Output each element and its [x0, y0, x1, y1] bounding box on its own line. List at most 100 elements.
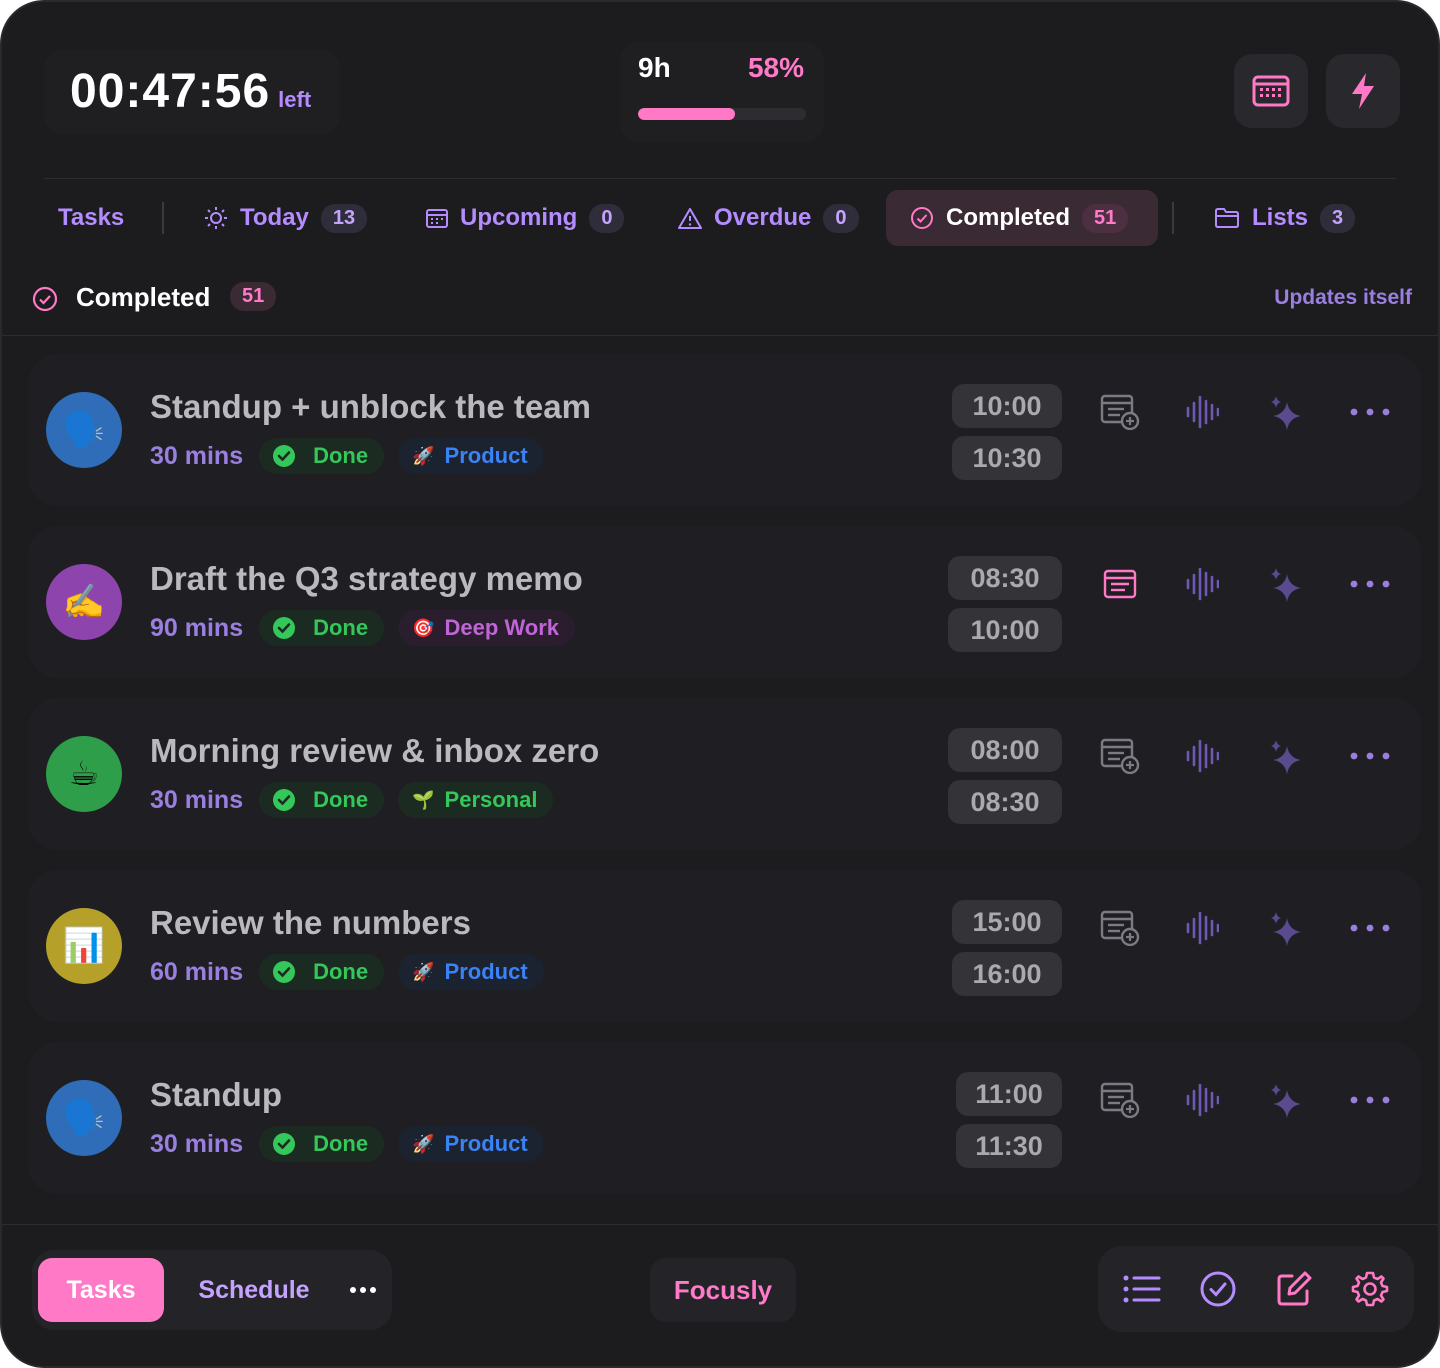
tab-label: Tasks: [58, 204, 125, 231]
category-tag[interactable]: 🚀 Product: [398, 954, 544, 990]
progress-percent: 58%: [747, 52, 804, 83]
quick-action-button[interactable]: [1326, 54, 1400, 128]
end-time[interactable]: 10:30: [952, 436, 1062, 480]
more-options-button[interactable]: [1346, 388, 1394, 436]
start-time[interactable]: 08:00: [948, 728, 1062, 772]
start-time[interactable]: 11:00: [956, 1072, 1062, 1116]
status-label: Done: [313, 615, 369, 640]
notes-button[interactable]: [1096, 560, 1144, 608]
app-window: 00:47:56 left 9h 58% Tasks Today 13 Upco…: [0, 0, 1440, 1368]
status-label: Done: [313, 787, 369, 812]
notes-button[interactable]: [1096, 732, 1144, 780]
notes-button[interactable]: [1096, 1076, 1144, 1124]
schedule-view-button[interactable]: Schedule: [182, 1258, 326, 1322]
task-card[interactable]: 📊 Review the numbers 60 mins Done 🚀 Product 15…: [28, 870, 1422, 1022]
tasks-view-button[interactable]: Tasks: [38, 1258, 164, 1322]
voice-button[interactable]: [1178, 1076, 1226, 1124]
completed-view-button[interactable]: [1194, 1265, 1242, 1313]
list-view-button[interactable]: [1118, 1265, 1166, 1313]
start-time[interactable]: 15:00: [952, 900, 1062, 944]
category-tag-label: Product: [444, 1131, 528, 1156]
tab-count: 0: [823, 203, 859, 233]
progress-hours: 9h: [638, 52, 671, 83]
warning-icon: [678, 207, 702, 229]
auto-update-note: Updates itself: [1274, 286, 1412, 309]
task-duration: 90 mins: [150, 613, 244, 642]
category-tag-emoji: 🚀: [412, 445, 435, 466]
tab-completed[interactable]: Completed 51: [886, 190, 1158, 246]
tab-lists[interactable]: Lists 3: [1200, 190, 1369, 246]
ellipsis-icon: [1350, 408, 1390, 416]
status-label: Done: [313, 959, 369, 984]
gear-icon: [1351, 1271, 1389, 1307]
task-duration: 60 mins: [150, 957, 244, 986]
tab-upcoming[interactable]: Upcoming 0: [412, 190, 638, 246]
more-options-button[interactable]: [1346, 1076, 1394, 1124]
notes-button[interactable]: [1096, 388, 1144, 436]
notes-button[interactable]: [1096, 904, 1144, 952]
voice-button[interactable]: [1178, 904, 1226, 952]
task-card[interactable]: ☕ Morning review & inbox zero 30 mins Done 🌱…: [28, 698, 1422, 850]
task-title: Standup + unblock the team: [150, 388, 591, 425]
start-time[interactable]: 08:30: [948, 556, 1062, 600]
ai-assist-button[interactable]: [1262, 1076, 1310, 1124]
task-duration: 30 mins: [150, 785, 244, 814]
end-time[interactable]: 16:00: [952, 952, 1062, 996]
waveform-icon: [1186, 1083, 1219, 1117]
task-card[interactable]: 🗣️ Standup 30 mins Done 🚀 Product 11:00 11:30: [28, 1042, 1422, 1194]
voice-button[interactable]: [1178, 732, 1226, 780]
task-meta: 90 mins Done 🎯 Deep Work: [150, 610, 576, 646]
more-options-button[interactable]: [1346, 904, 1394, 952]
add-note-icon: [1100, 910, 1140, 946]
end-time[interactable]: 11:30: [956, 1124, 1062, 1168]
task-avatar: ✍️: [46, 564, 122, 640]
tab-today[interactable]: Today 13: [190, 190, 381, 246]
voice-button[interactable]: [1178, 560, 1226, 608]
ellipsis-icon: [350, 1287, 376, 1293]
task-avatar-emoji: 📊: [62, 927, 106, 965]
calendar-icon: [426, 208, 448, 228]
more-options-button[interactable]: [1346, 732, 1394, 780]
voice-button[interactable]: [1178, 388, 1226, 436]
category-tag[interactable]: 🚀 Product: [398, 1126, 544, 1162]
tab-tasks[interactable]: Tasks: [44, 190, 138, 246]
end-time[interactable]: 10:00: [948, 608, 1062, 652]
task-card[interactable]: ✍️ Draft the Q3 strategy memo 90 mins Done 🎯…: [28, 526, 1422, 678]
new-task-button[interactable]: [1270, 1265, 1318, 1313]
check-icon: [273, 1133, 296, 1155]
more-views-button[interactable]: [338, 1258, 388, 1322]
sun-icon: [204, 206, 228, 230]
ai-assist-button[interactable]: [1262, 904, 1310, 952]
calendar-icon: [1252, 75, 1290, 107]
settings-button[interactable]: [1346, 1265, 1394, 1313]
add-note-icon: [1100, 394, 1140, 430]
category-tag[interactable]: 🚀 Product: [398, 438, 544, 474]
category-tag[interactable]: 🎯 Deep Work: [398, 610, 576, 646]
category-tag-label: Deep Work: [444, 615, 560, 640]
bottom-divider: [2, 1224, 1438, 1225]
ai-assist-button[interactable]: [1262, 388, 1310, 436]
check-circle-icon: [32, 286, 58, 312]
ai-assist-button[interactable]: [1262, 560, 1310, 608]
tab-label: Completed: [946, 204, 1071, 231]
start-time[interactable]: 10:00: [952, 384, 1062, 428]
progress-track: [638, 108, 806, 120]
waveform-icon: [1186, 911, 1219, 945]
tab-overdue[interactable]: Overdue 0: [664, 190, 873, 246]
category-tag-emoji: 🌱: [412, 789, 435, 810]
end-time[interactable]: 08:30: [948, 780, 1062, 824]
category-tag[interactable]: 🌱 Personal: [398, 782, 554, 818]
timer-value: 00:47:56: [70, 65, 271, 118]
task-duration: 30 mins: [150, 441, 244, 470]
category-tag-emoji: 🎯: [412, 617, 435, 638]
calendar-button[interactable]: [1234, 54, 1308, 128]
tab-bar: Tasks Today 13 Upcoming 0 Overdue 0 Comp…: [32, 190, 1412, 248]
ellipsis-icon: [1350, 1096, 1390, 1104]
task-card[interactable]: 🗣️ Standup + unblock the team 30 mins Done 🚀…: [28, 354, 1422, 506]
task-duration: 30 mins: [150, 1129, 244, 1158]
ai-assist-button[interactable]: [1262, 732, 1310, 780]
more-options-button[interactable]: [1346, 560, 1394, 608]
status-label: Done: [313, 443, 369, 468]
check-circle-icon: [1200, 1271, 1236, 1307]
bottom-toolbar: [1098, 1246, 1414, 1332]
